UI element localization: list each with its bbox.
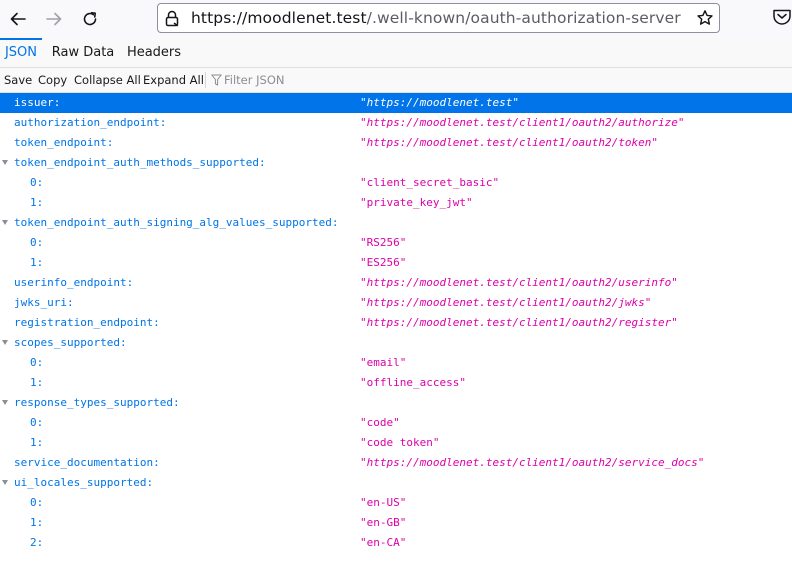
- collapse-all-button[interactable]: Collapse All: [74, 68, 141, 92]
- json-value: "code": [360, 416, 400, 429]
- json-value: "https://moodlenet.test/client1/oauth2/a…: [360, 116, 685, 129]
- tree-row[interactable]: 1: "private_key_jwt": [0, 193, 792, 213]
- json-key: 2:: [30, 536, 44, 549]
- json-value: "en-US": [360, 496, 407, 509]
- forward-button[interactable]: [40, 5, 68, 33]
- json-value: "client_secret_basic": [360, 176, 500, 189]
- filter-json-input[interactable]: [224, 70, 424, 90]
- viewer-tabs: JSON Raw Data Headers: [0, 38, 792, 68]
- json-value: "https://moodlenet.test/client1/oauth2/u…: [360, 276, 678, 289]
- expand-toggle-icon[interactable]: [2, 480, 8, 485]
- expand-toggle-icon[interactable]: [2, 160, 8, 165]
- tab-raw-data[interactable]: Raw Data: [51, 38, 115, 68]
- tree-row[interactable]: 1: "ES256": [0, 253, 792, 273]
- json-key: 1:: [30, 516, 44, 529]
- json-toolbar: Save Copy Collapse All Expand All: [0, 68, 792, 93]
- tree-row[interactable]: 2: "en-CA": [0, 533, 792, 553]
- tree-row[interactable]: issuer: "https://moodlenet.test": [0, 93, 792, 113]
- save-button[interactable]: Save: [4, 68, 32, 92]
- tree-row[interactable]: registration_endpoint: "https://moodlenet…: [0, 313, 792, 333]
- json-key: service_documentation:: [14, 456, 160, 469]
- tab-headers[interactable]: Headers: [124, 38, 184, 68]
- expand-all-button[interactable]: Expand All: [143, 68, 204, 92]
- json-key: 1:: [30, 376, 44, 389]
- tree-row-expandable[interactable]: token_endpoint_auth_methods_supported:: [0, 153, 792, 173]
- tree-row[interactable]: 0: "code": [0, 413, 792, 433]
- tree-row[interactable]: userinfo_endpoint: "https://moodlenet.tes…: [0, 273, 792, 293]
- json-key: token_endpoint:: [14, 136, 114, 149]
- json-key: authorization_endpoint:: [14, 116, 167, 129]
- json-value: "offline_access": [360, 376, 466, 389]
- url-text[interactable]: https://moodlenet.test/.well-known/oauth…: [191, 8, 681, 28]
- expand-toggle-icon[interactable]: [2, 340, 8, 345]
- pocket-icon[interactable]: [772, 8, 792, 26]
- tab-json[interactable]: JSON: [0, 38, 42, 68]
- json-value: "https://moodlenet.test/client1/oauth2/j…: [360, 296, 652, 309]
- tree-row[interactable]: 0: "en-US": [0, 493, 792, 513]
- json-value: "code token": [360, 436, 440, 449]
- tree-row[interactable]: token_endpoint: "https://moodlenet.test/c…: [0, 133, 792, 153]
- json-key: token_endpoint_auth_signing_alg_values_s…: [14, 216, 339, 229]
- arrow-left-icon: [10, 12, 26, 26]
- json-value: "https://moodlenet.test": [360, 96, 519, 109]
- json-key: 0:: [30, 356, 44, 369]
- json-value: "ES256": [360, 256, 407, 269]
- tree-row[interactable]: 1: "code token": [0, 433, 792, 453]
- tree-row[interactable]: authorization_endpoint: "https://moodlene…: [0, 113, 792, 133]
- json-key: 0:: [30, 236, 44, 249]
- copy-button[interactable]: Copy: [38, 68, 67, 92]
- filter-icon: [211, 74, 222, 86]
- json-key: userinfo_endpoint:: [14, 276, 134, 289]
- tree-row[interactable]: 1: "en-GB": [0, 513, 792, 533]
- tree-row-expandable[interactable]: token_endpoint_auth_signing_alg_values_s…: [0, 213, 792, 233]
- tree-row[interactable]: jwks_uri: "https://moodlenet.test/client1…: [0, 293, 792, 313]
- tree-row[interactable]: 0: "email": [0, 353, 792, 373]
- back-button[interactable]: [4, 5, 32, 33]
- json-key: scopes_supported:: [14, 336, 127, 349]
- reload-button[interactable]: [76, 5, 104, 33]
- json-key: token_endpoint_auth_methods_supported:: [14, 156, 266, 169]
- json-key: jwks_uri:: [14, 296, 74, 309]
- tree-row-expandable[interactable]: response_types_supported:: [0, 393, 792, 413]
- json-key: ui_locales_supported:: [14, 476, 154, 489]
- expand-toggle-icon[interactable]: [2, 400, 8, 405]
- tree-row[interactable]: service_documentation: "https://moodlenet…: [0, 453, 792, 473]
- toolbar-divider: [205, 72, 206, 88]
- url-path: /.well-known/oauth-authorization-server: [366, 9, 681, 27]
- json-value: "email": [360, 356, 407, 369]
- json-value: "private_key_jwt": [360, 196, 473, 209]
- tree-row-expandable[interactable]: scopes_supported:: [0, 333, 792, 353]
- url-host: https://moodlenet.test: [191, 9, 367, 27]
- expand-toggle-icon[interactable]: [2, 220, 8, 225]
- browser-toolbar: https://moodlenet.test/.well-known/oauth…: [0, 0, 792, 38]
- tree-row[interactable]: 0: "RS256": [0, 233, 792, 253]
- tree-row-expandable[interactable]: ui_locales_supported:: [0, 473, 792, 493]
- json-key: 1:: [30, 256, 44, 269]
- json-tree: issuer: "https://moodlenet.test" authoriza…: [0, 93, 792, 553]
- json-key: 1:: [30, 436, 44, 449]
- json-key: 0:: [30, 416, 44, 429]
- lock-icon[interactable]: [164, 10, 180, 27]
- json-key: 0:: [30, 176, 44, 189]
- json-value: "https://moodlenet.test/client1/oauth2/t…: [360, 136, 659, 149]
- tree-row[interactable]: 1: "offline_access": [0, 373, 792, 393]
- json-value: "RS256": [360, 236, 407, 249]
- json-key: issuer:: [14, 96, 61, 109]
- arrow-right-icon: [46, 12, 62, 26]
- star-icon[interactable]: [696, 9, 714, 27]
- json-value: "en-GB": [360, 516, 407, 529]
- json-key: 0:: [30, 496, 44, 509]
- json-key: registration_endpoint:: [14, 316, 160, 329]
- json-value: "en-CA": [360, 536, 407, 549]
- json-key: response_types_supported:: [14, 396, 180, 409]
- reload-icon: [83, 12, 97, 26]
- url-bar[interactable]: https://moodlenet.test/.well-known/oauth…: [157, 3, 720, 33]
- json-key: 1:: [30, 196, 44, 209]
- json-value: "https://moodlenet.test/client1/oauth2/s…: [360, 456, 705, 469]
- tree-row[interactable]: 0: "client_secret_basic": [0, 173, 792, 193]
- json-value: "https://moodlenet.test/client1/oauth2/r…: [360, 316, 678, 329]
